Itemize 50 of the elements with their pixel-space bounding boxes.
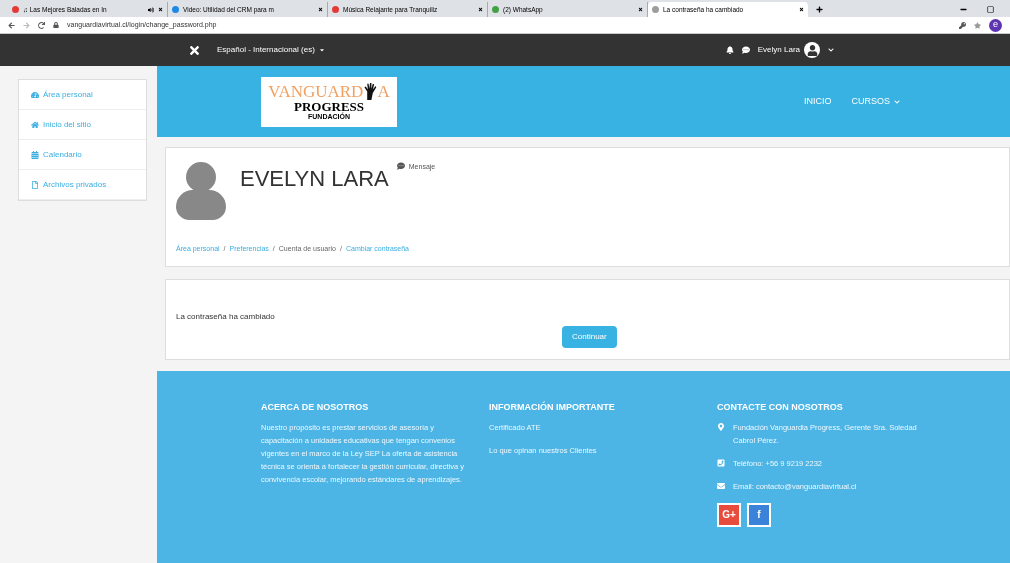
footer-heading: INFORMACIÓN IMPORTANTE — [489, 401, 616, 414]
logo-text: PROGRESS — [293, 100, 365, 113]
caret-icon — [318, 47, 325, 53]
logo-text: A — [377, 83, 390, 100]
speaker-icon — [148, 6, 154, 13]
caret-icon[interactable] — [828, 47, 834, 53]
nav-link[interactable]: CURSOS — [851, 94, 900, 109]
close-icon[interactable] — [799, 7, 804, 12]
maximize-icon[interactable] — [987, 6, 994, 13]
pin-icon — [717, 422, 725, 431]
continue-button[interactable]: Continuar — [562, 326, 617, 348]
star-icon[interactable] — [974, 21, 981, 29]
close-icon[interactable] — [478, 7, 483, 12]
reload-icon[interactable] — [38, 21, 45, 29]
bell-icon[interactable] — [725, 46, 734, 54]
back-icon[interactable] — [8, 21, 15, 29]
lock-icon — [53, 22, 59, 28]
user-avatar-icon[interactable] — [804, 42, 820, 58]
sidebar-item[interactable]: Calendario — [19, 140, 146, 170]
nav-link[interactable]: INICIO — [803, 94, 832, 109]
footer-heading: CONTACTE CON NOSOTROS — [717, 401, 844, 414]
calendar-icon — [31, 150, 39, 159]
new-tab-icon[interactable] — [816, 6, 823, 13]
key-icon[interactable] — [959, 21, 966, 29]
logo-text: VANGUARD — [268, 83, 364, 100]
social-button[interactable]: G+ — [717, 502, 741, 527]
profile-avatar[interactable]: e — [989, 18, 1002, 32]
sidebar-item[interactable]: Inicio del sitio — [19, 110, 146, 140]
language-menu[interactable]: Español - Internacional (es) — [217, 44, 325, 56]
close-icon[interactable] — [188, 43, 201, 57]
envelope-icon — [717, 481, 725, 490]
hand-icon — [363, 83, 378, 100]
chat-icon[interactable] — [741, 46, 750, 54]
phone-icon — [717, 458, 725, 467]
sidebar-item[interactable]: Archivos privados — [19, 170, 146, 200]
close-icon[interactable] — [158, 7, 163, 12]
user-name[interactable]: Evelyn Lara — [757, 44, 800, 56]
dashboard-icon — [31, 90, 39, 99]
profile-name: EVELYN LARA — [240, 165, 389, 193]
chat-icon — [396, 162, 405, 170]
caret-icon — [894, 98, 900, 105]
close-icon[interactable] — [638, 7, 643, 12]
social-button[interactable]: f — [747, 502, 771, 527]
home-icon — [31, 120, 39, 129]
minimize-icon[interactable] — [960, 6, 967, 13]
file-icon — [31, 180, 39, 189]
close-icon[interactable] — [318, 7, 323, 12]
notice-text: La contraseña ha cambiado — [176, 312, 275, 321]
sidebar-item[interactable]: Área personal — [19, 80, 146, 110]
footer-heading: ACERCA DE NOSOTROS — [261, 401, 370, 414]
